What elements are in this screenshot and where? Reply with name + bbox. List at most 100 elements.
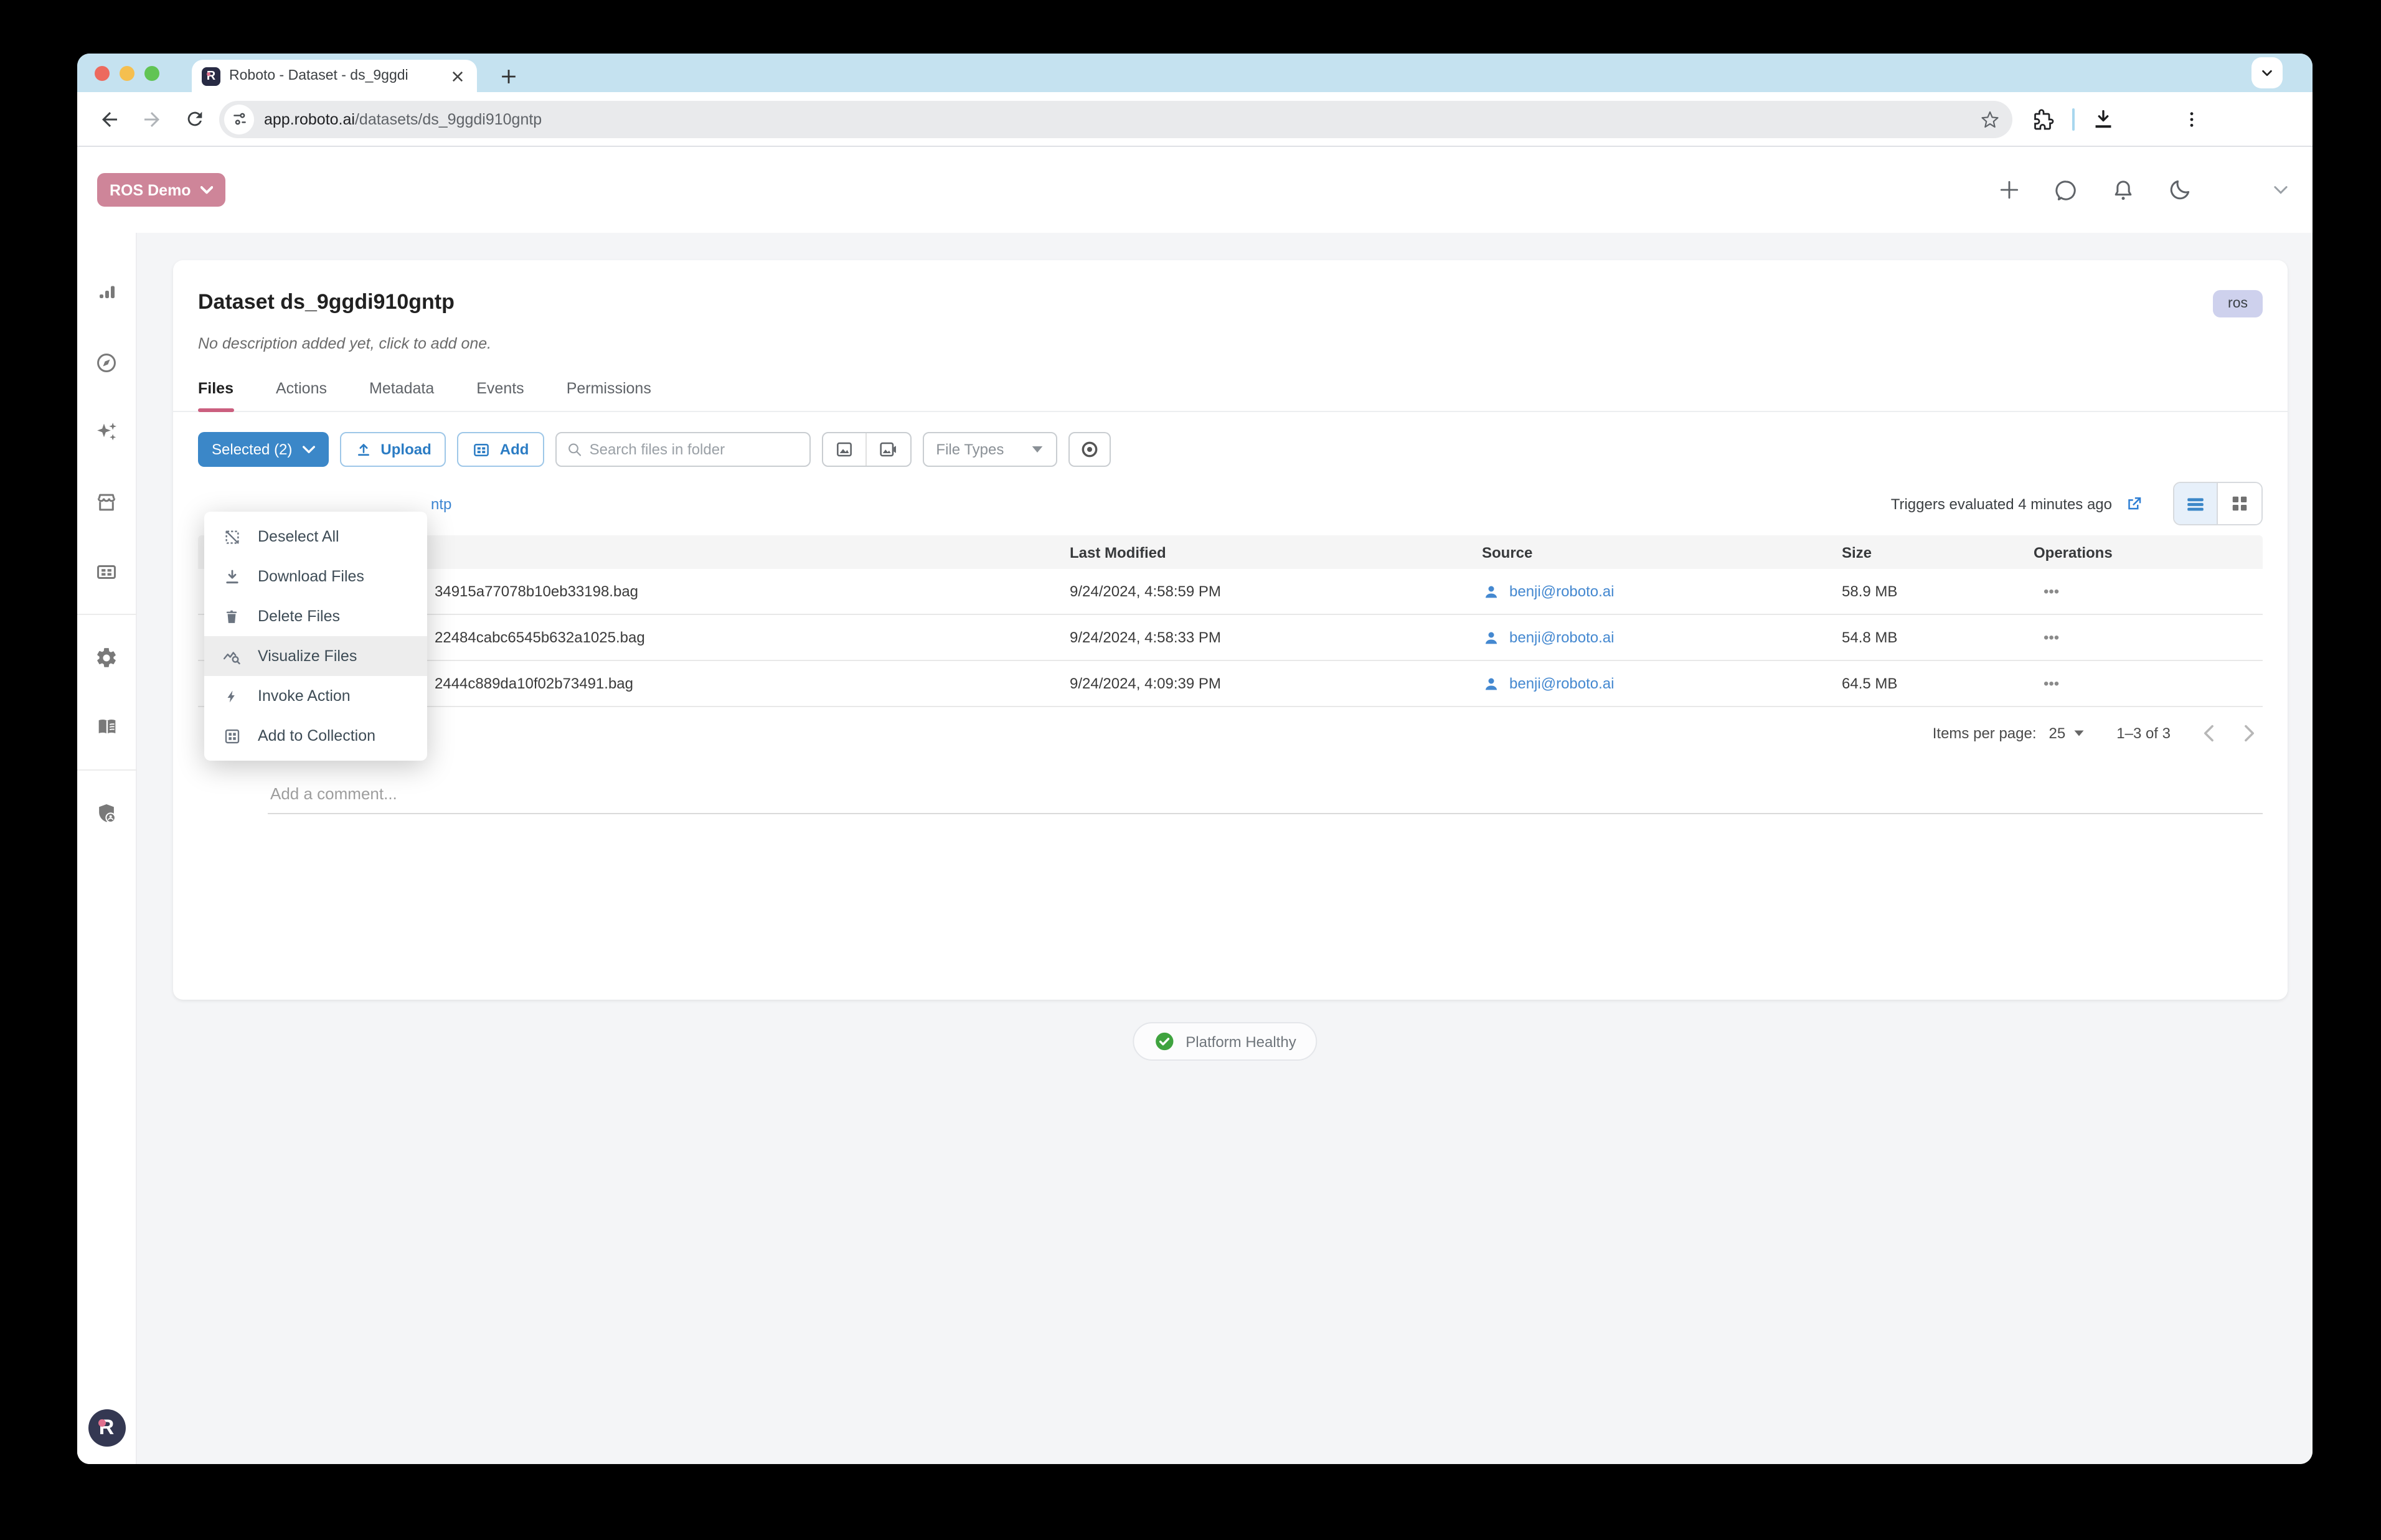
- bar-chart-icon: [95, 281, 118, 304]
- menu-item-label: Deselect All: [258, 528, 339, 545]
- file-source-link[interactable]: benji@roboto.ai: [1509, 629, 1614, 646]
- site-settings-icon[interactable]: [224, 104, 254, 134]
- add-grid-icon: [473, 440, 491, 459]
- window-controls: [95, 66, 159, 81]
- file-size: 54.8 MB: [1842, 629, 2034, 646]
- search-files-input[interactable]: [590, 441, 799, 458]
- row-operations-menu[interactable]: •••: [2034, 629, 2263, 646]
- col-size: Size: [1842, 543, 2034, 561]
- tab-strip: R Roboto - Dataset - ds_9ggdi: [77, 54, 2313, 92]
- toolbar-separator: [2072, 108, 2075, 130]
- downloads-icon[interactable]: [2092, 108, 2115, 130]
- forward-icon[interactable]: [134, 101, 169, 136]
- close-window-button[interactable]: [95, 66, 110, 81]
- sidebar-item-collections[interactable]: [77, 537, 136, 606]
- app-body: R Dataset ds_9ggdi910gntp ros No descrip…: [77, 233, 2313, 1464]
- roboto-logo[interactable]: R: [88, 1409, 125, 1447]
- sidebar-item-docs[interactable]: [77, 692, 136, 762]
- org-switcher-button[interactable]: ROS Demo: [97, 173, 226, 207]
- file-types-dropdown[interactable]: File Types: [922, 432, 1057, 467]
- comment-input[interactable]: [268, 777, 2263, 814]
- items-per-page-label: Items per page:: [1933, 725, 2037, 742]
- reload-icon[interactable]: [177, 101, 212, 136]
- minimize-window-button[interactable]: [120, 66, 134, 81]
- address-bar[interactable]: app.roboto.ai/datasets/ds_9ggdi910gntp: [219, 100, 2012, 138]
- upload-button[interactable]: Upload: [339, 432, 446, 467]
- next-page-icon[interactable]: [2244, 725, 2255, 742]
- external-link-icon[interactable]: [2124, 494, 2143, 513]
- menu-item-visualize-files[interactable]: Visualize Files: [204, 636, 427, 676]
- check-circle-icon: [1153, 1031, 1174, 1052]
- list-view-button[interactable]: [2174, 483, 2218, 524]
- tab-files[interactable]: Files: [198, 380, 233, 411]
- menu-item-delete-files[interactable]: Delete Files: [204, 596, 427, 636]
- menu-item-deselect-all[interactable]: Deselect All: [204, 517, 427, 556]
- tab-search-chevron-icon[interactable]: [2251, 57, 2283, 88]
- sidebar-item-actions-marketplace[interactable]: [77, 467, 136, 537]
- items-per-page-select[interactable]: 25: [2049, 725, 2085, 742]
- selected-actions-button[interactable]: Selected (2): [198, 432, 328, 467]
- account-chevron-icon[interactable]: [2274, 185, 2288, 195]
- extensions-icon[interactable]: [2032, 108, 2055, 130]
- person-icon: [1482, 674, 1501, 693]
- create-new-icon[interactable]: [1997, 178, 2021, 202]
- menu-item-invoke-action[interactable]: Invoke Action: [204, 676, 427, 716]
- dark-mode-moon-icon[interactable]: [2168, 178, 2192, 202]
- add-label: Add: [500, 441, 529, 458]
- new-tab-button[interactable]: [496, 63, 521, 88]
- page-title: Dataset ds_9ggdi910gntp: [198, 290, 455, 315]
- dataset-description[interactable]: No description added yet, click to add o…: [173, 317, 2288, 352]
- sidebar-item-explore[interactable]: [77, 327, 136, 397]
- dataset-card: Dataset ds_9ggdi910gntp ros No descripti…: [173, 260, 2288, 1000]
- chat-bubble-icon[interactable]: [2053, 177, 2078, 202]
- chevron-down-icon: [302, 445, 314, 454]
- sidebar-item-admin[interactable]: [77, 778, 136, 848]
- table-row[interactable]: 2444c889da10f02b73491.bag 9/24/2024, 4:0…: [198, 661, 2263, 707]
- tab-actions[interactable]: Actions: [276, 380, 327, 411]
- sidebar-item-settings[interactable]: [77, 622, 136, 692]
- image-icon: [834, 439, 854, 459]
- grid-view-button[interactable]: [2218, 483, 2261, 524]
- browser-tab[interactable]: R Roboto - Dataset - ds_9ggdi: [192, 60, 477, 92]
- file-source-link[interactable]: benji@roboto.ai: [1509, 583, 1614, 600]
- browser-profile-avatar[interactable]: [2132, 103, 2164, 135]
- table-row[interactable]: 22484cabc6545b632a1025.bag 9/24/2024, 4:…: [198, 615, 2263, 661]
- zoom-window-button[interactable]: [144, 66, 159, 81]
- browser-window: R Roboto - Dataset - ds_9ggdi: [77, 54, 2313, 1464]
- previous-page-icon[interactable]: [2203, 725, 2214, 742]
- sidebar-item-datasets[interactable]: [77, 258, 136, 327]
- sidebar-item-ai[interactable]: [77, 397, 136, 467]
- notifications-bell-icon[interactable]: [2111, 177, 2136, 202]
- compass-icon: [95, 350, 118, 374]
- url-text: app.roboto.ai/datasets/ds_9ggdi910gntp: [264, 110, 1970, 128]
- app-topbar: ROS Demo: [77, 147, 2313, 233]
- video-files-button[interactable]: [866, 433, 910, 466]
- collection-grid-icon: [222, 726, 242, 745]
- row-operations-menu[interactable]: •••: [2034, 583, 2263, 600]
- menu-item-add-to-collection[interactable]: Add to Collection: [204, 716, 427, 756]
- image-files-button[interactable]: [823, 433, 866, 466]
- browser-menu-icon[interactable]: [2182, 109, 2202, 129]
- tab-close-icon[interactable]: [447, 66, 467, 86]
- screen: R Roboto - Dataset - ds_9ggdi: [0, 0, 2381, 1540]
- breadcrumb[interactable]: ntp: [431, 495, 451, 512]
- url-path: /datasets/ds_9ggdi910gntp: [355, 110, 542, 128]
- dataset-tag-ros[interactable]: ros: [2213, 290, 2263, 317]
- tab-permissions[interactable]: Permissions: [567, 380, 651, 411]
- file-modified: 9/24/2024, 4:58:59 PM: [1070, 583, 1482, 600]
- sidebar-divider: [77, 769, 136, 771]
- tab-events[interactable]: Events: [476, 380, 524, 411]
- bookmark-star-icon[interactable]: [1980, 109, 2000, 129]
- user-avatar[interactable]: [2224, 171, 2261, 209]
- table-row[interactable]: 34915a77078b10eb33198.bag 9/24/2024, 4:5…: [198, 569, 2263, 615]
- add-button[interactable]: Add: [458, 432, 544, 467]
- col-operations: Operations: [2034, 543, 2263, 561]
- back-icon[interactable]: [92, 101, 127, 136]
- row-operations-menu[interactable]: •••: [2034, 675, 2263, 692]
- visibility-toggle-button[interactable]: [1068, 432, 1111, 467]
- tab-metadata[interactable]: Metadata: [369, 380, 434, 411]
- menu-item-download-files[interactable]: Download Files: [204, 556, 427, 596]
- file-source-link[interactable]: benji@roboto.ai: [1509, 675, 1614, 692]
- collections-grid-icon: [95, 560, 118, 583]
- tab-title: Roboto - Dataset - ds_9ggdi: [229, 68, 438, 83]
